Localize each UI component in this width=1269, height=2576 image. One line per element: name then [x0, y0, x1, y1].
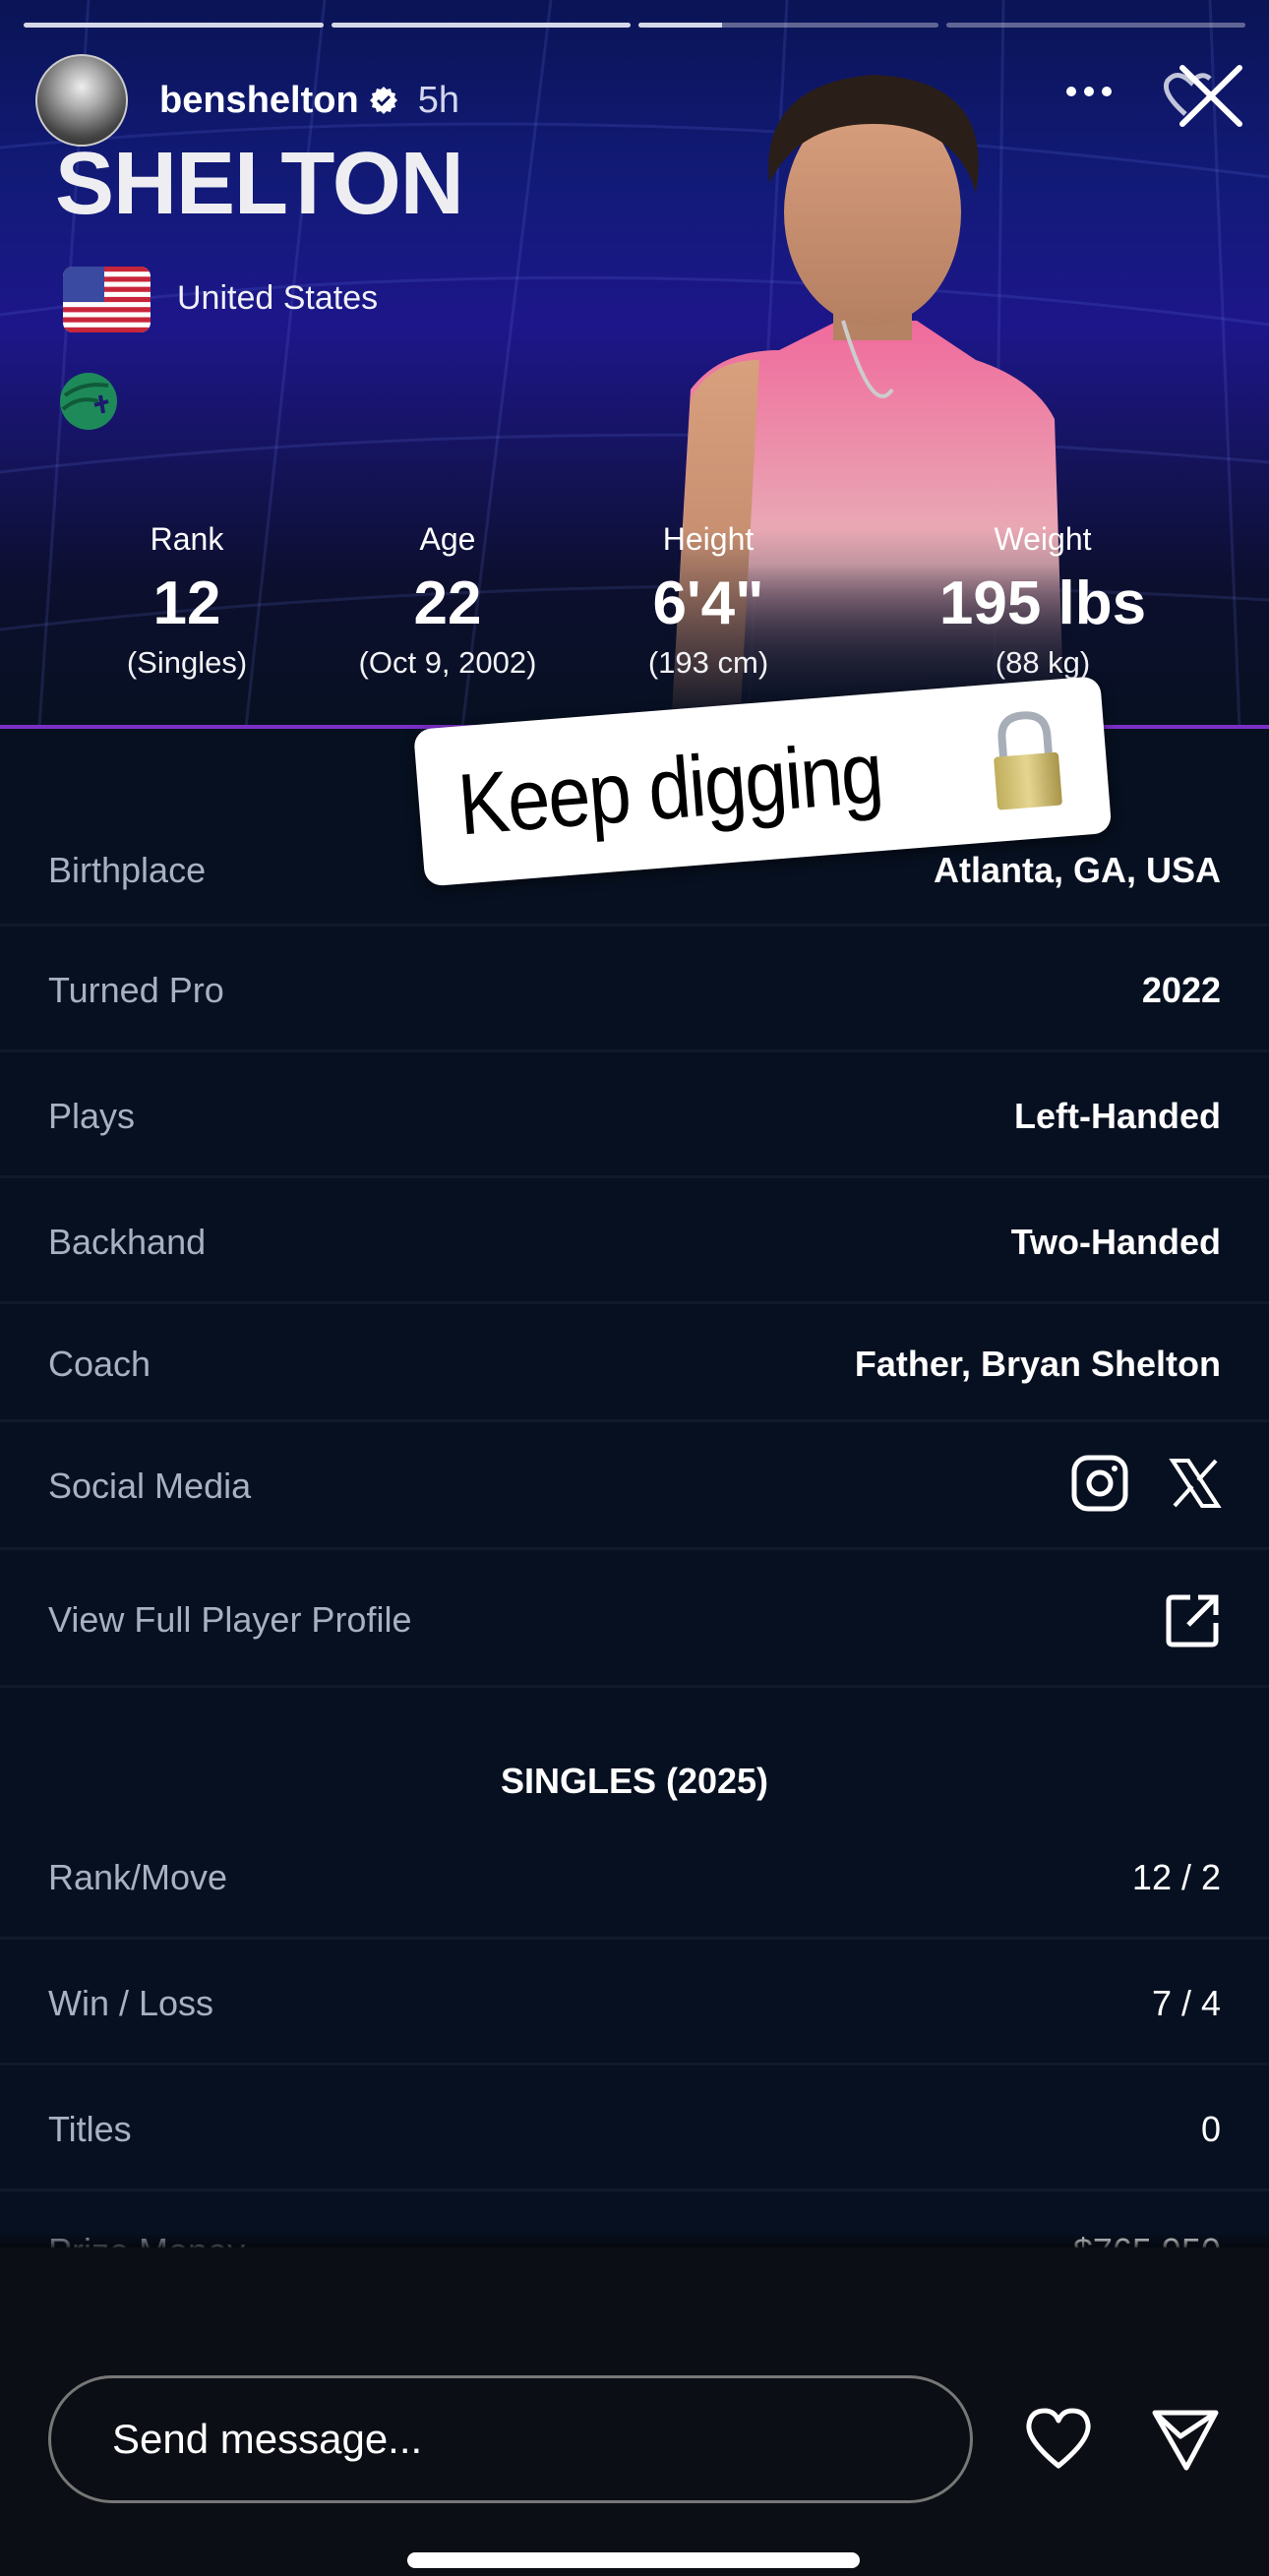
username[interactable]: benshelton — [159, 80, 359, 122]
detail-value: Two-Handed — [1010, 1222, 1221, 1262]
sticker-text: Keep digging — [454, 722, 885, 854]
progress-segment — [331, 23, 631, 28]
us-flag-icon — [63, 267, 151, 332]
detail-value: Father, Bryan Shelton — [854, 1344, 1221, 1384]
detail-label: Plays — [48, 1096, 136, 1136]
reply-bar: Send message... — [0, 2247, 1269, 2576]
stat-sub: (Oct 9, 2002) — [358, 645, 537, 681]
stat-value: 6'4" — [652, 569, 764, 637]
lock-icon — [994, 711, 1062, 810]
social-icons — [1070, 1454, 1222, 1513]
detail-label: Turned Pro — [48, 970, 224, 1010]
detail-row-social-media: Social Media — [0, 1422, 1269, 1550]
country-name: United States — [177, 279, 379, 317]
more-dots-icon[interactable] — [1066, 87, 1112, 96]
stat-weight: Weight 195 lbs (88 kg) — [895, 521, 1190, 681]
send-icon[interactable] — [1151, 2407, 1220, 2472]
send-message-input[interactable]: Send message... — [48, 2375, 973, 2503]
detail-value: Atlanta, GA, USA — [933, 850, 1221, 890]
progress-segment — [945, 23, 1245, 28]
time-ago: 5h — [417, 79, 459, 121]
detail-label: Coach — [48, 1344, 151, 1384]
singles-label: Win / Loss — [48, 1983, 214, 2023]
story-viewer[interactable]: benshelton 5h SHELTON United States Rank… — [0, 0, 1269, 2247]
home-indicator[interactable] — [407, 2552, 860, 2568]
story-header: benshelton 5h — [35, 54, 459, 147]
stat-label: Weight — [994, 521, 1092, 557]
detail-label: Social Media — [48, 1466, 252, 1506]
detail-row-coach: Coach Father, Bryan Shelton — [0, 1304, 1269, 1422]
singles-row-win-loss: Win / Loss 7 / 4 — [0, 1940, 1269, 2066]
stat-label: Height — [662, 521, 755, 557]
detail-value: Left-Handed — [1014, 1096, 1221, 1136]
singles-label: Titles — [48, 2109, 132, 2149]
stat-label: Rank — [150, 521, 224, 557]
heart-icon[interactable] — [1023, 2407, 1094, 2472]
stat-age: Age 22 (Oct 9, 2002) — [300, 521, 595, 681]
instagram-icon[interactable] — [1070, 1454, 1129, 1513]
external-link-icon[interactable] — [1165, 1591, 1222, 1648]
singles-value: 7 / 4 — [1151, 1983, 1221, 2023]
detail-row-view-profile[interactable]: View Full Player Profile — [0, 1550, 1269, 1688]
view-profile-link[interactable]: View Full Player Profile — [48, 1599, 411, 1641]
atp-tour-logo-icon — [60, 373, 117, 430]
stat-value: 12 — [152, 569, 221, 637]
stat-value: 22 — [413, 569, 482, 637]
singles-value: 0 — [1200, 2109, 1221, 2149]
stat-height: Height 6'4" (193 cm) — [561, 521, 856, 681]
detail-row-backhand: Backhand Two-Handed — [0, 1178, 1269, 1304]
x-icon[interactable] — [1169, 1457, 1222, 1510]
stat-sub: (Singles) — [126, 645, 248, 681]
verified-badge-icon — [369, 87, 397, 114]
stat-sub: (193 cm) — [647, 645, 769, 681]
player-surname: SHELTON — [55, 135, 464, 233]
detail-value: 2022 — [1141, 970, 1221, 1010]
player-hero: benshelton 5h SHELTON United States Rank… — [0, 0, 1269, 728]
story-progress — [24, 23, 1245, 28]
stat-rank: Rank 12 (Singles) — [39, 521, 334, 681]
progress-segment — [24, 23, 324, 28]
detail-label: Birthplace — [48, 850, 207, 890]
stat-sub: (88 kg) — [995, 645, 1091, 681]
singles-row-rank-move: Rank/Move 12 / 2 — [0, 1812, 1269, 1940]
singles-section-title: SINGLES (2025) — [500, 1761, 769, 1801]
detail-label: Backhand — [48, 1222, 207, 1262]
detail-row-turned-pro: Turned Pro 2022 — [0, 927, 1269, 1052]
stat-value: 195 lbs — [938, 569, 1147, 637]
singles-row-titles: Titles 0 — [0, 2066, 1269, 2191]
singles-label: Rank/Move — [48, 1857, 228, 1897]
avatar[interactable] — [35, 54, 128, 147]
singles-value: 12 / 2 — [1131, 1857, 1221, 1897]
stat-label: Age — [419, 521, 476, 557]
detail-row-plays: Plays Left-Handed — [0, 1052, 1269, 1178]
close-icon[interactable] — [1156, 63, 1244, 132]
progress-segment — [638, 23, 938, 28]
